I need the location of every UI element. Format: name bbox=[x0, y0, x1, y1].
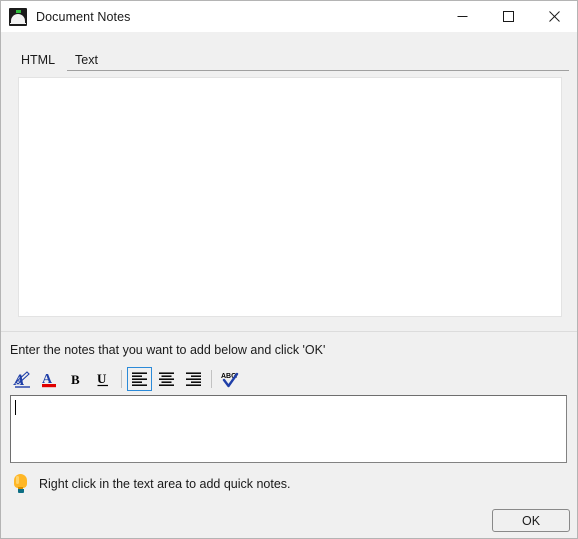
icon-dome-shape bbox=[11, 13, 25, 23]
svg-text:U: U bbox=[97, 371, 107, 386]
formatting-toolbar: A A B U ABC bbox=[10, 365, 244, 393]
maximize-button[interactable] bbox=[485, 1, 531, 32]
tab-list: HTML Text bbox=[11, 47, 108, 71]
bulb-shine bbox=[16, 476, 19, 484]
underline-icon: U bbox=[97, 371, 108, 386]
minimize-button[interactable] bbox=[439, 1, 485, 32]
icon-base-line bbox=[10, 22, 26, 24]
instruction-label: Enter the notes that you want to add bel… bbox=[10, 343, 326, 357]
close-button[interactable] bbox=[531, 1, 577, 32]
align-center-button[interactable] bbox=[154, 367, 179, 391]
ok-button[interactable]: OK bbox=[492, 509, 570, 532]
bulb-base bbox=[17, 489, 24, 493]
notes-input[interactable] bbox=[10, 395, 567, 463]
toolbar-separator-1 bbox=[121, 370, 122, 388]
align-left-icon bbox=[132, 371, 147, 386]
ok-button-label: OK bbox=[521, 513, 541, 528]
bold-button[interactable]: B bbox=[64, 367, 89, 391]
quick-notes-hint: Right click in the text area to add quic… bbox=[13, 474, 291, 493]
tab-html-label: HTML bbox=[21, 52, 56, 67]
document-notes-dialog: Document Notes HTML Text Enter the notes… bbox=[0, 0, 578, 539]
window-controls bbox=[439, 1, 577, 32]
tab-text[interactable]: Text bbox=[65, 48, 108, 71]
tab-html[interactable]: HTML bbox=[11, 48, 66, 71]
font-dialog-button[interactable]: A bbox=[10, 367, 35, 391]
spell-check-button[interactable]: ABC bbox=[217, 367, 242, 391]
title-bar: Document Notes bbox=[1, 1, 577, 32]
minimize-icon bbox=[457, 16, 467, 17]
tab-strip: HTML Text bbox=[11, 47, 569, 71]
align-center-icon bbox=[159, 371, 174, 386]
icon-green-accent bbox=[16, 9, 21, 13]
align-right-icon bbox=[186, 371, 201, 386]
window-title: Document Notes bbox=[36, 9, 131, 24]
notes-entry-panel: Enter the notes that you want to add bel… bbox=[1, 331, 577, 538]
document-notes-app-icon bbox=[9, 7, 27, 26]
font-color-button[interactable]: A bbox=[37, 367, 62, 391]
spell-check-abc-icon: ABC bbox=[221, 372, 238, 387]
html-preview-pane[interactable] bbox=[18, 77, 562, 317]
tab-text-label: Text bbox=[75, 52, 98, 67]
toolbar-separator-2 bbox=[211, 370, 212, 388]
close-icon bbox=[548, 11, 560, 22]
align-right-button[interactable] bbox=[181, 367, 206, 391]
hint-label: Right click in the text area to add quic… bbox=[39, 476, 291, 491]
maximize-icon bbox=[502, 11, 514, 22]
font-color-a-icon: A bbox=[42, 372, 56, 387]
underline-button[interactable]: U bbox=[91, 367, 116, 391]
bold-icon: B bbox=[71, 372, 80, 387]
font-a-pen-icon: A bbox=[13, 370, 30, 389]
svg-text:B: B bbox=[71, 372, 80, 387]
lightbulb-icon bbox=[13, 474, 28, 493]
align-left-button[interactable] bbox=[127, 367, 152, 391]
text-caret bbox=[15, 400, 16, 415]
